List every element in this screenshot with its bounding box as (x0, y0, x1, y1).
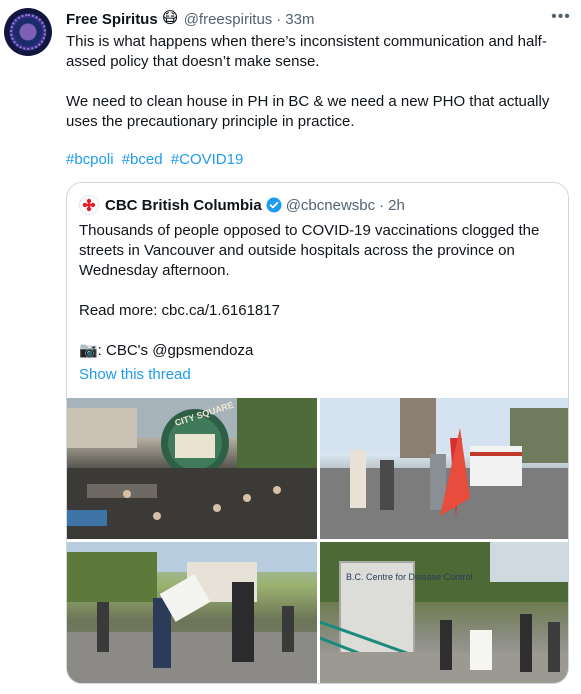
quoted-tweet-card[interactable]: CBC British Columbia @cbcnewsbc · 2h Tho… (66, 182, 569, 684)
quoted-author-handle[interactable]: @cbcnewsbc (286, 197, 375, 214)
tweet-header: Free Spiritus 😷 @freespiritus · 33m (66, 9, 556, 29)
show-thread-link[interactable]: Show this thread (79, 365, 191, 385)
verified-badge-icon (266, 197, 282, 213)
quoted-tweet-header: CBC British Columbia @cbcnewsbc · 2h (79, 195, 405, 215)
separator-dot: · (276, 10, 282, 28)
hashtag-link[interactable]: #bcpoli (66, 151, 114, 168)
photo-marchers-sign[interactable] (67, 542, 317, 683)
disease-control-sign-text: B.C. Centre for Disease Control (346, 572, 473, 582)
hashtag-link[interactable]: #COVID19 (171, 151, 244, 168)
tweet-timestamp[interactable]: 33m (285, 11, 314, 28)
author-name[interactable]: Free Spiritus (66, 11, 158, 28)
photo-city-square-crowd[interactable]: CITY SQUARE (67, 398, 317, 539)
quoted-tweet-text: Thousands of people opposed to COVID-19 … (79, 222, 540, 359)
photo-grid: CITY SQUARE B.C. Centre for Disease Cont… (67, 398, 568, 683)
cbc-logo-icon (79, 195, 99, 215)
more-horizontal-icon[interactable]: ••• (548, 8, 574, 28)
quoted-tweet-timestamp[interactable]: 2h (388, 197, 405, 214)
author-handle[interactable]: @freespiritus (184, 11, 273, 28)
mask-face-emoji-icon: 😷 (161, 10, 179, 27)
tweet-text: This is what happens when there’s incons… (66, 33, 550, 130)
separator-dot: · (379, 196, 385, 214)
quoted-author-name[interactable]: CBC British Columbia (105, 197, 262, 214)
photo-protest-flag[interactable] (320, 398, 568, 539)
photo-disease-control-sign[interactable]: B.C. Centre for Disease Control (320, 542, 568, 683)
hashtag-link[interactable]: #bced (122, 151, 163, 168)
hashtag-list: #bcpoli #bced #COVID19 (66, 150, 566, 170)
author-avatar[interactable] (4, 8, 52, 56)
